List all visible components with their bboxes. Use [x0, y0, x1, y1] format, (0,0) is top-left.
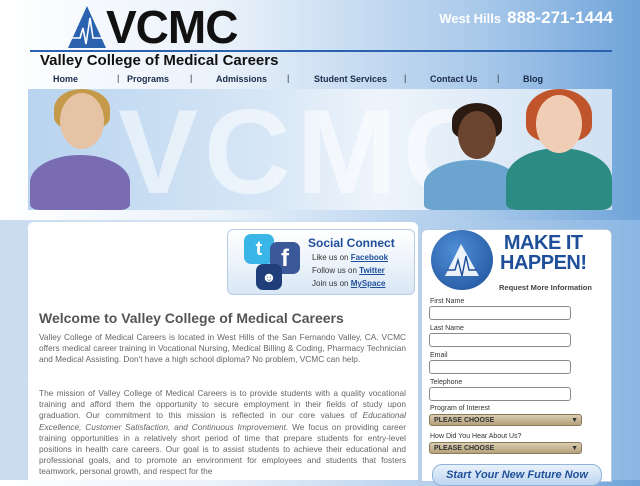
social-title: Social Connect: [308, 236, 395, 250]
program-select-value: PLEASE CHOOSE: [434, 417, 495, 424]
social-icons: t f ☻: [238, 232, 308, 292]
form-title: MAKE IT HAPPEN!: [500, 233, 587, 273]
social-connect-box: t f ☻ Social Connect Like us on Facebook…: [227, 229, 415, 295]
myspace-icon[interactable]: ☻: [256, 264, 282, 290]
dropdown-arrow-icon: ▼: [571, 445, 578, 452]
intro-paragraph: Valley College of Medical Careers is loc…: [39, 332, 406, 365]
phone-number[interactable]: 888-271-1444: [507, 8, 613, 27]
nav-home[interactable]: Home: [53, 74, 78, 84]
social-facebook-line: Like us on Facebook: [312, 253, 388, 262]
form-title-line2: HAPPEN!: [500, 252, 587, 274]
hero-banner: VCMC: [28, 89, 612, 210]
page-title: Welcome to Valley College of Medical Car…: [39, 310, 344, 326]
heartbeat-icon: [72, 17, 104, 45]
last-name-label: Last Name: [430, 325, 464, 332]
nav-separator: |: [404, 73, 407, 83]
form-subtitle: Request More Information: [499, 283, 592, 292]
nav-programs[interactable]: Programs: [127, 74, 169, 84]
social-prefix: Follow us on: [312, 266, 357, 275]
nav-admissions[interactable]: Admissions: [216, 74, 267, 84]
telephone-label: Telephone: [430, 379, 463, 386]
twitter-link[interactable]: Twitter: [359, 266, 385, 275]
nurse-photo-right: [506, 148, 612, 210]
form-title-line1: MAKE IT: [503, 232, 583, 254]
mountain-logo-icon: [431, 230, 493, 290]
first-name-field[interactable]: [429, 306, 571, 320]
nav-blog[interactable]: Blog: [523, 74, 543, 84]
telephone-field[interactable]: [429, 387, 571, 401]
email-field[interactable]: [429, 360, 571, 374]
nav-separator: |: [287, 73, 290, 83]
myspace-link[interactable]: MySpace: [351, 279, 386, 288]
mission-paragraph: The mission of Valley College of Medical…: [39, 388, 406, 480]
social-prefix: Join us on: [312, 279, 349, 288]
program-select[interactable]: PLEASE CHOOSE ▼: [429, 414, 582, 426]
dropdown-arrow-icon: ▼: [571, 417, 578, 424]
nav-student-services[interactable]: Student Services: [314, 74, 387, 84]
nurse-face: [458, 111, 496, 159]
program-label: Program of Interest: [430, 405, 490, 412]
phone-location: West Hills: [439, 11, 502, 26]
email-label: Email: [430, 352, 448, 359]
heard-select-value: PLEASE CHOOSE: [434, 445, 495, 452]
school-name: Valley College of Medical Careers: [40, 52, 279, 69]
last-name-field[interactable]: [429, 333, 571, 347]
nav-separator: |: [497, 73, 500, 83]
nav-separator: |: [117, 73, 120, 83]
nav-contact-us[interactable]: Contact Us: [430, 74, 478, 84]
facebook-link[interactable]: Facebook: [351, 253, 388, 262]
submit-button[interactable]: Start Your New Future Now: [432, 464, 602, 486]
phone-contact[interactable]: West Hills 888-271-1444: [439, 8, 613, 28]
logo-text: VCMC: [106, 1, 238, 53]
nurse-photo-left: [30, 155, 130, 210]
heard-label: How Did You Hear About Us?: [430, 433, 522, 440]
social-myspace-line: Join us on MySpace: [312, 279, 385, 288]
social-twitter-line: Follow us on Twitter: [312, 266, 385, 275]
main-nav: Home | Programs | Admissions | Student S…: [28, 73, 612, 87]
mountain-icon: [445, 244, 479, 277]
nurse-face: [536, 95, 582, 153]
nurse-face: [60, 93, 104, 149]
mission-text: The mission of Valley College of Medical…: [39, 388, 406, 421]
social-prefix: Like us on: [312, 253, 349, 262]
heard-select[interactable]: PLEASE CHOOSE ▼: [429, 442, 582, 454]
first-name-label: First Name: [430, 298, 465, 305]
nav-separator: |: [190, 73, 193, 83]
